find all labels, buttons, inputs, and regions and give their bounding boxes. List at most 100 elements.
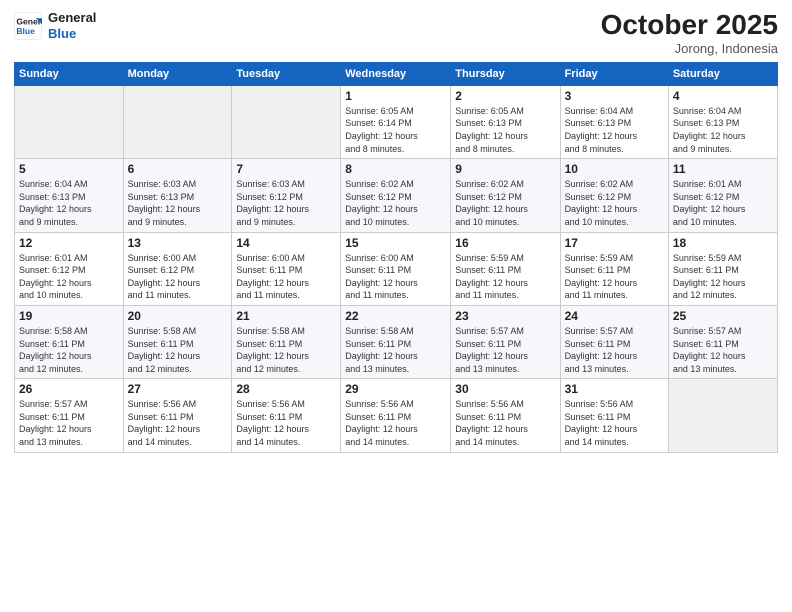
title-block: October 2025 Jorong, Indonesia (601, 10, 778, 56)
calendar-cell: 15Sunrise: 6:00 AMSunset: 6:11 PMDayligh… (341, 232, 451, 305)
day-number: 3 (565, 89, 664, 103)
month-title: October 2025 (601, 10, 778, 41)
calendar-cell: 10 Sunrise: 6:02 AMSunset: 6:12 PMDayligh… (560, 159, 668, 232)
day-info: Sunrise: 5:58 AMSunset: 6:11 PMDaylight:… (236, 325, 336, 375)
calendar-cell: 14Sunrise: 6:00 AMSunset: 6:11 PMDayligh… (232, 232, 341, 305)
day-info: Sunrise: 6:04 AMSunset: 6:13 PMDaylight:… (673, 105, 773, 155)
day-info: Sunrise: 6:02 AMSunset: 6:12 PMDaylight:… (565, 178, 664, 228)
day-number: 4 (673, 89, 773, 103)
calendar-cell (668, 379, 777, 452)
calendar-cell: 8 Sunrise: 6:02 AMSunset: 6:12 PMDaylight… (341, 159, 451, 232)
calendar-cell: 1 Sunrise: 6:05 AMSunset: 6:14 PMDaylight… (341, 85, 451, 158)
calendar-cell: 12 Sunrise: 6:01 AMSunset: 6:12 PMDayligh… (15, 232, 124, 305)
day-number: 28 (236, 382, 336, 396)
day-info: Sunrise: 5:57 AMSunset: 6:11 PMDaylight:… (565, 325, 664, 375)
day-info: Sunrise: 6:05 AMSunset: 6:13 PMDaylight:… (455, 105, 555, 155)
calendar-cell: 24 Sunrise: 5:57 AMSunset: 6:11 PMDayligh… (560, 305, 668, 378)
day-info: Sunrise: 5:56 AMSunset: 6:11 PMDaylight:… (236, 398, 336, 448)
weekday-header-sunday: Sunday (15, 62, 124, 85)
calendar-cell: 29 Sunrise: 5:56 AMSunset: 6:11 PMDayligh… (341, 379, 451, 452)
day-info: Sunrise: 5:56 AMSunset: 6:11 PMDaylight:… (565, 398, 664, 448)
day-number: 11 (673, 162, 773, 176)
day-number: 5 (19, 162, 119, 176)
day-number: 8 (345, 162, 446, 176)
day-number: 23 (455, 309, 555, 323)
calendar-cell: 23 Sunrise: 5:57 AMSunset: 6:11 PMDayligh… (451, 305, 560, 378)
day-info: Sunrise: 5:56 AMSunset: 6:11 PMDaylight:… (455, 398, 555, 448)
day-info: Sunrise: 5:58 AMSunset: 6:11 PMDaylight:… (345, 325, 446, 375)
day-info: Sunrise: 5:59 AMSunset: 6:11 PMDaylight:… (565, 252, 664, 302)
calendar-cell: 27 Sunrise: 5:56 AMSunset: 6:11 PMDayligh… (123, 379, 232, 452)
day-number: 29 (345, 382, 446, 396)
calendar-cell: 7 Sunrise: 6:03 AMSunset: 6:12 PMDaylight… (232, 159, 341, 232)
calendar-cell: 2 Sunrise: 6:05 AMSunset: 6:13 PMDaylight… (451, 85, 560, 158)
day-info: Sunrise: 5:57 AMSunset: 6:11 PMDaylight:… (673, 325, 773, 375)
calendar-week-row: 5Sunrise: 6:04 AMSunset: 6:13 PMDaylight… (15, 159, 778, 232)
calendar-cell: 26Sunrise: 5:57 AMSunset: 6:11 PMDayligh… (15, 379, 124, 452)
day-number: 6 (128, 162, 228, 176)
weekday-header-monday: Monday (123, 62, 232, 85)
day-info: Sunrise: 6:00 AMSunset: 6:12 PMDaylight:… (128, 252, 228, 302)
day-number: 15 (345, 236, 446, 250)
day-number: 24 (565, 309, 664, 323)
calendar-cell: 25Sunrise: 5:57 AMSunset: 6:11 PMDayligh… (668, 305, 777, 378)
day-number: 26 (19, 382, 119, 396)
day-info: Sunrise: 5:56 AMSunset: 6:11 PMDaylight:… (345, 398, 446, 448)
logo: General Blue General Blue (14, 10, 96, 41)
calendar-cell (232, 85, 341, 158)
calendar-cell: 21 Sunrise: 5:58 AMSunset: 6:11 PMDayligh… (232, 305, 341, 378)
calendar-cell: 31Sunrise: 5:56 AMSunset: 6:11 PMDayligh… (560, 379, 668, 452)
day-number: 22 (345, 309, 446, 323)
day-info: Sunrise: 6:03 AMSunset: 6:12 PMDaylight:… (236, 178, 336, 228)
day-number: 12 (19, 236, 119, 250)
calendar-header-row: SundayMondayTuesdayWednesdayThursdayFrid… (15, 62, 778, 85)
day-info: Sunrise: 6:01 AMSunset: 6:12 PMDaylight:… (673, 178, 773, 228)
calendar-cell: 9Sunrise: 6:02 AMSunset: 6:12 PMDaylight… (451, 159, 560, 232)
calendar-week-row: 12 Sunrise: 6:01 AMSunset: 6:12 PMDayligh… (15, 232, 778, 305)
calendar-cell: 28 Sunrise: 5:56 AMSunset: 6:11 PMDayligh… (232, 379, 341, 452)
weekday-header-tuesday: Tuesday (232, 62, 341, 85)
calendar-table: SundayMondayTuesdayWednesdayThursdayFrid… (14, 62, 778, 453)
logo-icon: General Blue (14, 12, 42, 40)
day-info: Sunrise: 6:02 AMSunset: 6:12 PMDaylight:… (345, 178, 446, 228)
day-number: 21 (236, 309, 336, 323)
calendar-cell: 6Sunrise: 6:03 AMSunset: 6:13 PMDaylight… (123, 159, 232, 232)
weekday-header-friday: Friday (560, 62, 668, 85)
day-number: 10 (565, 162, 664, 176)
day-info: Sunrise: 6:00 AMSunset: 6:11 PMDaylight:… (236, 252, 336, 302)
svg-text:Blue: Blue (16, 25, 35, 35)
location-subtitle: Jorong, Indonesia (601, 41, 778, 56)
calendar-week-row: 26Sunrise: 5:57 AMSunset: 6:11 PMDayligh… (15, 379, 778, 452)
day-info: Sunrise: 5:59 AMSunset: 6:11 PMDaylight:… (673, 252, 773, 302)
day-number: 7 (236, 162, 336, 176)
calendar-cell: 16 Sunrise: 5:59 AMSunset: 6:11 PMDayligh… (451, 232, 560, 305)
logo-line2: Blue (48, 26, 96, 42)
day-number: 20 (128, 309, 228, 323)
day-info: Sunrise: 6:05 AMSunset: 6:14 PMDaylight:… (345, 105, 446, 155)
day-info: Sunrise: 6:01 AMSunset: 6:12 PMDaylight:… (19, 252, 119, 302)
day-info: Sunrise: 5:58 AMSunset: 6:11 PMDaylight:… (19, 325, 119, 375)
day-number: 2 (455, 89, 555, 103)
day-number: 19 (19, 309, 119, 323)
calendar-cell: 5Sunrise: 6:04 AMSunset: 6:13 PMDaylight… (15, 159, 124, 232)
calendar-cell: 4 Sunrise: 6:04 AMSunset: 6:13 PMDaylight… (668, 85, 777, 158)
day-info: Sunrise: 5:57 AMSunset: 6:11 PMDaylight:… (455, 325, 555, 375)
day-number: 17 (565, 236, 664, 250)
calendar-cell (15, 85, 124, 158)
day-number: 1 (345, 89, 446, 103)
day-number: 9 (455, 162, 555, 176)
page-header: General Blue General Blue October 2025 J… (14, 10, 778, 56)
calendar-cell (123, 85, 232, 158)
calendar-cell: 17 Sunrise: 5:59 AMSunset: 6:11 PMDayligh… (560, 232, 668, 305)
day-info: Sunrise: 5:59 AMSunset: 6:11 PMDaylight:… (455, 252, 555, 302)
day-number: 30 (455, 382, 555, 396)
calendar-cell: 30 Sunrise: 5:56 AMSunset: 6:11 PMDayligh… (451, 379, 560, 452)
day-number: 13 (128, 236, 228, 250)
day-info: Sunrise: 5:58 AMSunset: 6:11 PMDaylight:… (128, 325, 228, 375)
day-number: 16 (455, 236, 555, 250)
day-info: Sunrise: 5:56 AMSunset: 6:11 PMDaylight:… (128, 398, 228, 448)
day-info: Sunrise: 6:04 AMSunset: 6:13 PMDaylight:… (565, 105, 664, 155)
weekday-header-wednesday: Wednesday (341, 62, 451, 85)
calendar-week-row: 1 Sunrise: 6:05 AMSunset: 6:14 PMDaylight… (15, 85, 778, 158)
day-number: 27 (128, 382, 228, 396)
